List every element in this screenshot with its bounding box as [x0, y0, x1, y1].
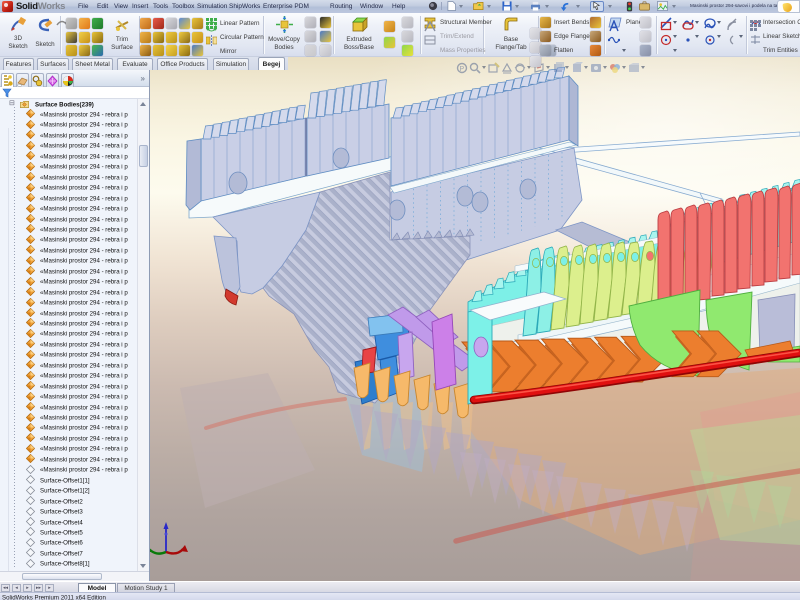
svg-text:P: P [460, 66, 465, 73]
